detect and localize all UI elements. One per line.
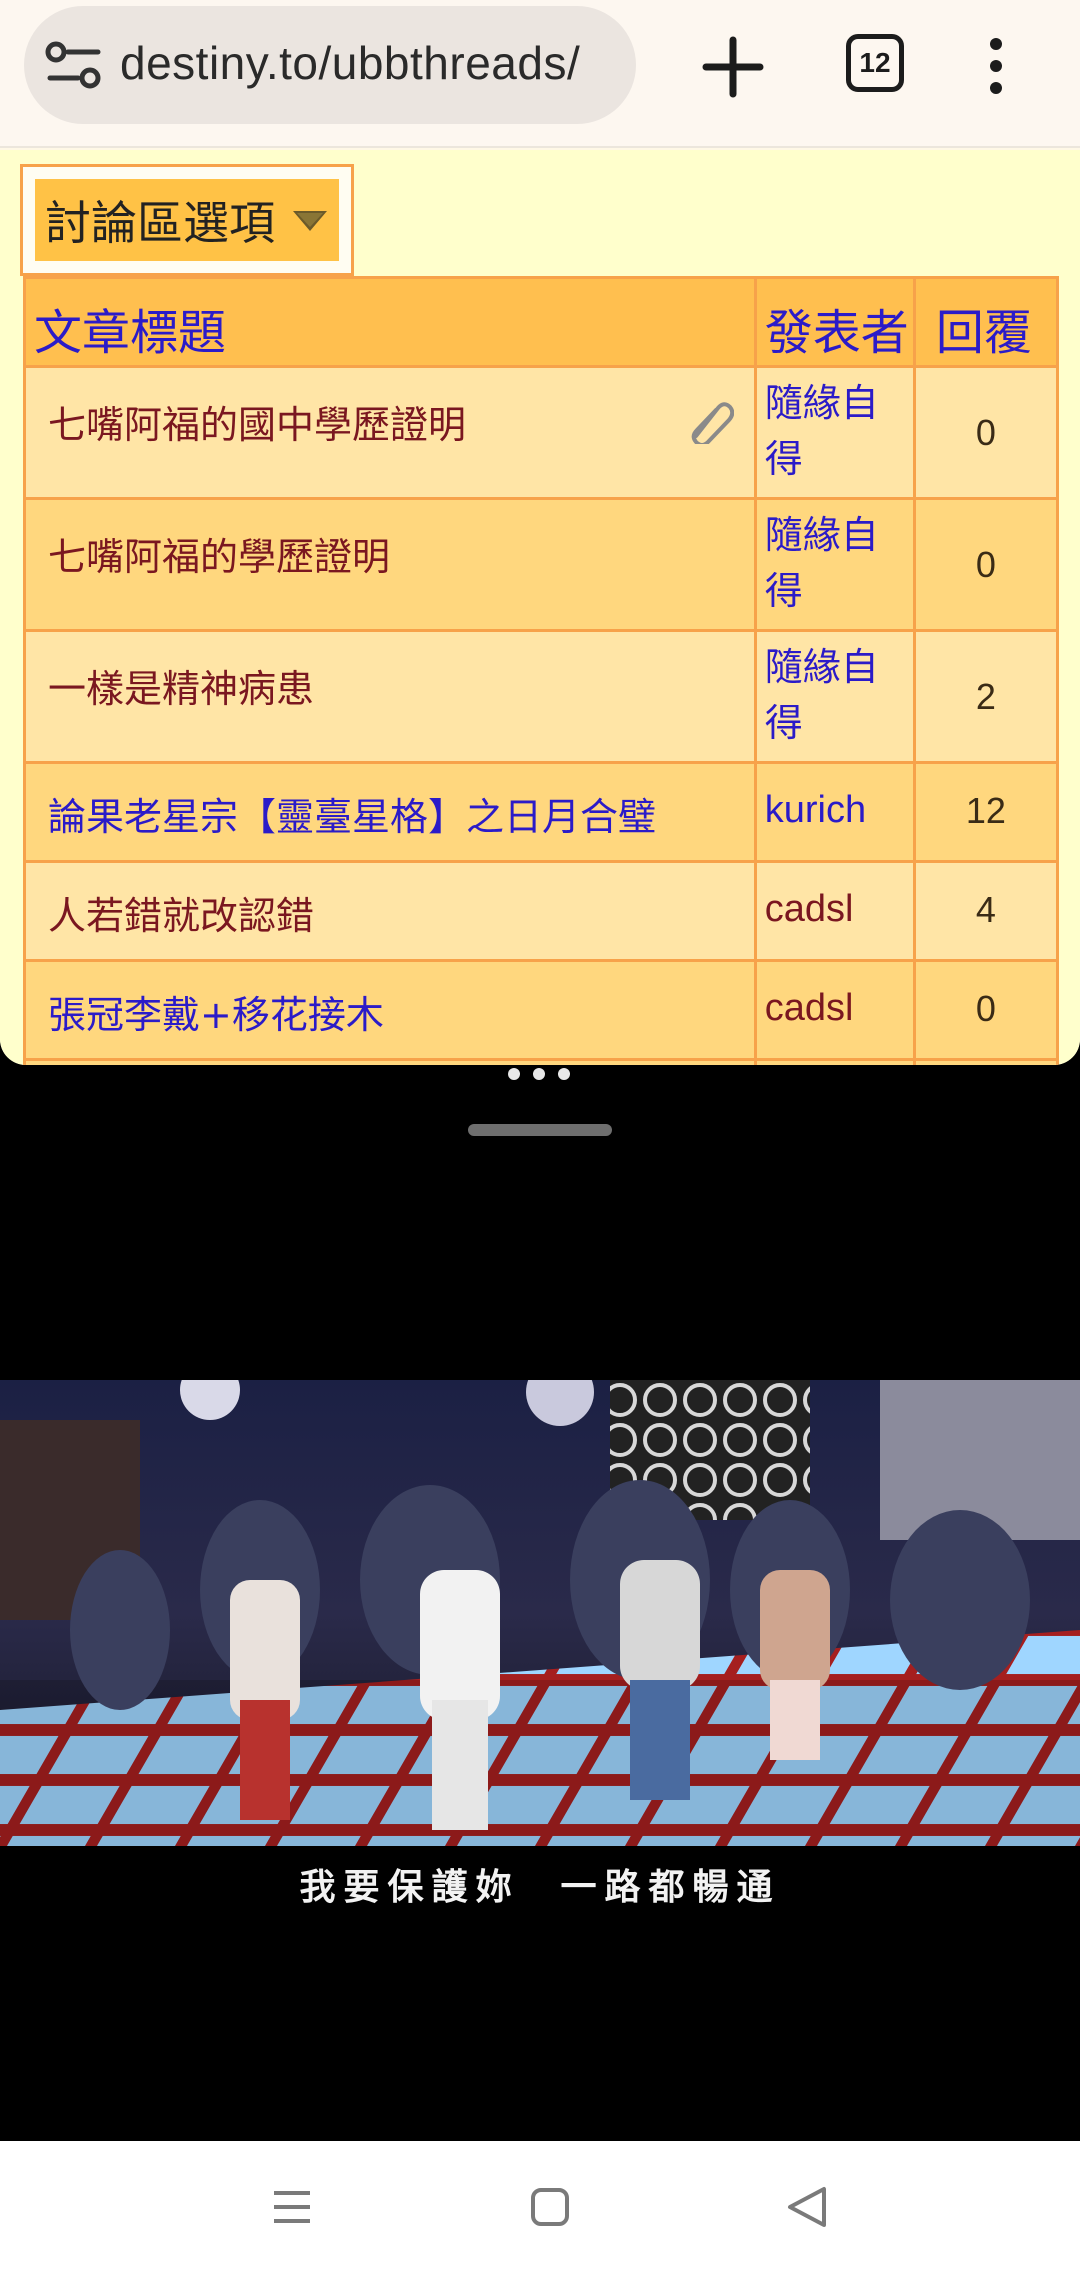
thread-author-cell: 隨緣自得: [756, 500, 916, 629]
table-header-row: 文章標題 發表者 回覆: [26, 279, 1056, 368]
table-row: 一樣是精神病患 隨緣自得 2: [26, 632, 1056, 764]
column-header-replies-label[interactable]: 回覆: [936, 293, 1032, 363]
thread-title-link[interactable]: 人若錯就改認錯: [48, 885, 314, 940]
url-text[interactable]: destiny.to/ubbthreads/: [120, 36, 580, 90]
video-scene-image: [0, 1380, 1080, 1846]
recent-apps-icon[interactable]: [272, 2185, 312, 2229]
forum-options-label: 討論區選項: [45, 196, 275, 250]
column-header-title[interactable]: 文章標題: [26, 279, 757, 365]
thread-title-link[interactable]: 張冠李戴+移花接木: [48, 984, 384, 1039]
thread-reply-count: 12: [965, 790, 1006, 831]
attachment-icon: [691, 402, 734, 444]
site-info-icon[interactable]: [44, 40, 104, 90]
table-row: 人若錯就改認錯 cadsl 4: [26, 863, 1056, 962]
thread-author-cell: 隨緣自得: [756, 368, 916, 497]
thread-replies-cell: 0: [915, 500, 1056, 629]
thread-author-link[interactable]: 隨緣自得: [765, 376, 905, 488]
new-tab-icon[interactable]: [698, 32, 768, 102]
back-icon[interactable]: [784, 2185, 828, 2229]
video-subtitle: 我要保護妳 一路都暢通: [299, 1867, 781, 1908]
thread-author-cell: [756, 1061, 916, 1065]
thread-replies-cell: 0: [915, 368, 1056, 497]
dropdown-arrow-icon: [293, 211, 327, 231]
tab-switcher-button[interactable]: 12: [846, 34, 904, 92]
thread-title-link[interactable]: 七嘴阿福的學歷證明: [48, 526, 390, 581]
browser-window: destiny.to/ubbthreads/ 12 討論區選項 文章標題 發表者…: [0, 0, 1080, 1065]
thread-title-cell: 七嘴阿福的國中學歷證明: [26, 368, 757, 497]
forum-options-dropdown[interactable]: 討論區選項: [20, 164, 354, 276]
column-header-title-label[interactable]: 文章標題: [34, 293, 226, 363]
thread-reply-count: 4: [975, 889, 996, 930]
thread-title-link[interactable]: 論果老星宗【靈臺星格】之日月合璧: [48, 786, 656, 841]
thread-reply-count: 0: [975, 544, 996, 585]
thread-title-cell: 論果老星宗【靈臺星格】之日月合璧: [26, 764, 757, 860]
system-navigation-bar: [0, 2141, 1080, 2274]
split-options-icon[interactable]: [506, 1067, 572, 1081]
thread-title-cell: 七嘴阿福的學歷證明: [26, 500, 757, 629]
thread-title-link[interactable]: 七嘴阿福的國中學歷證明: [48, 394, 466, 449]
split-divider-handle[interactable]: [468, 1124, 612, 1136]
thread-table: 文章標題 發表者 回覆 七嘴阿福的國中學歷證明 隨緣自得 0 七嘴阿福的學歷證明…: [23, 276, 1059, 1065]
home-icon[interactable]: [530, 2187, 570, 2227]
thread-author-link[interactable]: cadsl: [765, 881, 854, 937]
thread-author-cell: kurich: [756, 764, 916, 860]
thread-replies-cell: 0: [915, 962, 1056, 1058]
thread-replies-cell: 2: [915, 632, 1056, 761]
thread-author-cell: cadsl: [756, 962, 916, 1058]
thread-replies-cell: [915, 1061, 1056, 1065]
video-frame[interactable]: [0, 1380, 1080, 1846]
forum-options-button[interactable]: 討論區選項: [35, 179, 339, 261]
thread-title-cell: 張冠李戴+移花接木: [26, 962, 757, 1058]
table-row: 論果老星宗【靈臺星格】之日月合璧 kurich 12: [26, 764, 1056, 863]
browser-toolbar: destiny.to/ubbthreads/ 12: [0, 0, 1080, 148]
table-row: 張冠李戴+移花接木 cadsl 0: [26, 962, 1056, 1061]
thread-author-link[interactable]: 隨緣自得: [765, 640, 905, 752]
table-row: 七嘴阿福的學歷證明 隨緣自得 0: [26, 500, 1056, 632]
column-header-author[interactable]: 發表者: [756, 279, 916, 365]
address-bar[interactable]: destiny.to/ubbthreads/: [24, 6, 636, 124]
thread-title-cell: 一樣是精神病患: [26, 632, 757, 761]
thread-reply-count: 2: [975, 676, 996, 717]
thread-author-link[interactable]: cadsl: [765, 980, 854, 1036]
thread-replies-cell: 12: [915, 764, 1056, 860]
table-row: 七嘴阿福的國中學歷證明 隨緣自得 0: [26, 368, 1056, 500]
thread-title-link[interactable]: 一樣是精神病患: [48, 658, 314, 713]
more-menu-icon[interactable]: [976, 36, 1016, 96]
thread-title-cell: 人若錯就改認錯: [26, 863, 757, 959]
thread-title-cell: [26, 1061, 757, 1065]
column-header-replies[interactable]: 回覆: [915, 279, 1056, 365]
thread-reply-count: 0: [975, 988, 996, 1029]
table-row-partial: [26, 1061, 1056, 1065]
column-header-author-label[interactable]: 發表者: [765, 293, 909, 363]
thread-reply-count: 0: [975, 412, 996, 453]
page-content: 討論區選項 文章標題 發表者 回覆 七嘴阿福的國中學歷證明 隨緣自得 0 七嘴阿…: [0, 150, 1080, 1065]
thread-author-link[interactable]: kurich: [765, 782, 866, 838]
thread-author-link[interactable]: 隨緣自得: [765, 508, 905, 620]
thread-author-cell: cadsl: [756, 863, 916, 959]
thread-replies-cell: 4: [915, 863, 1056, 959]
thread-author-cell: 隨緣自得: [756, 632, 916, 761]
